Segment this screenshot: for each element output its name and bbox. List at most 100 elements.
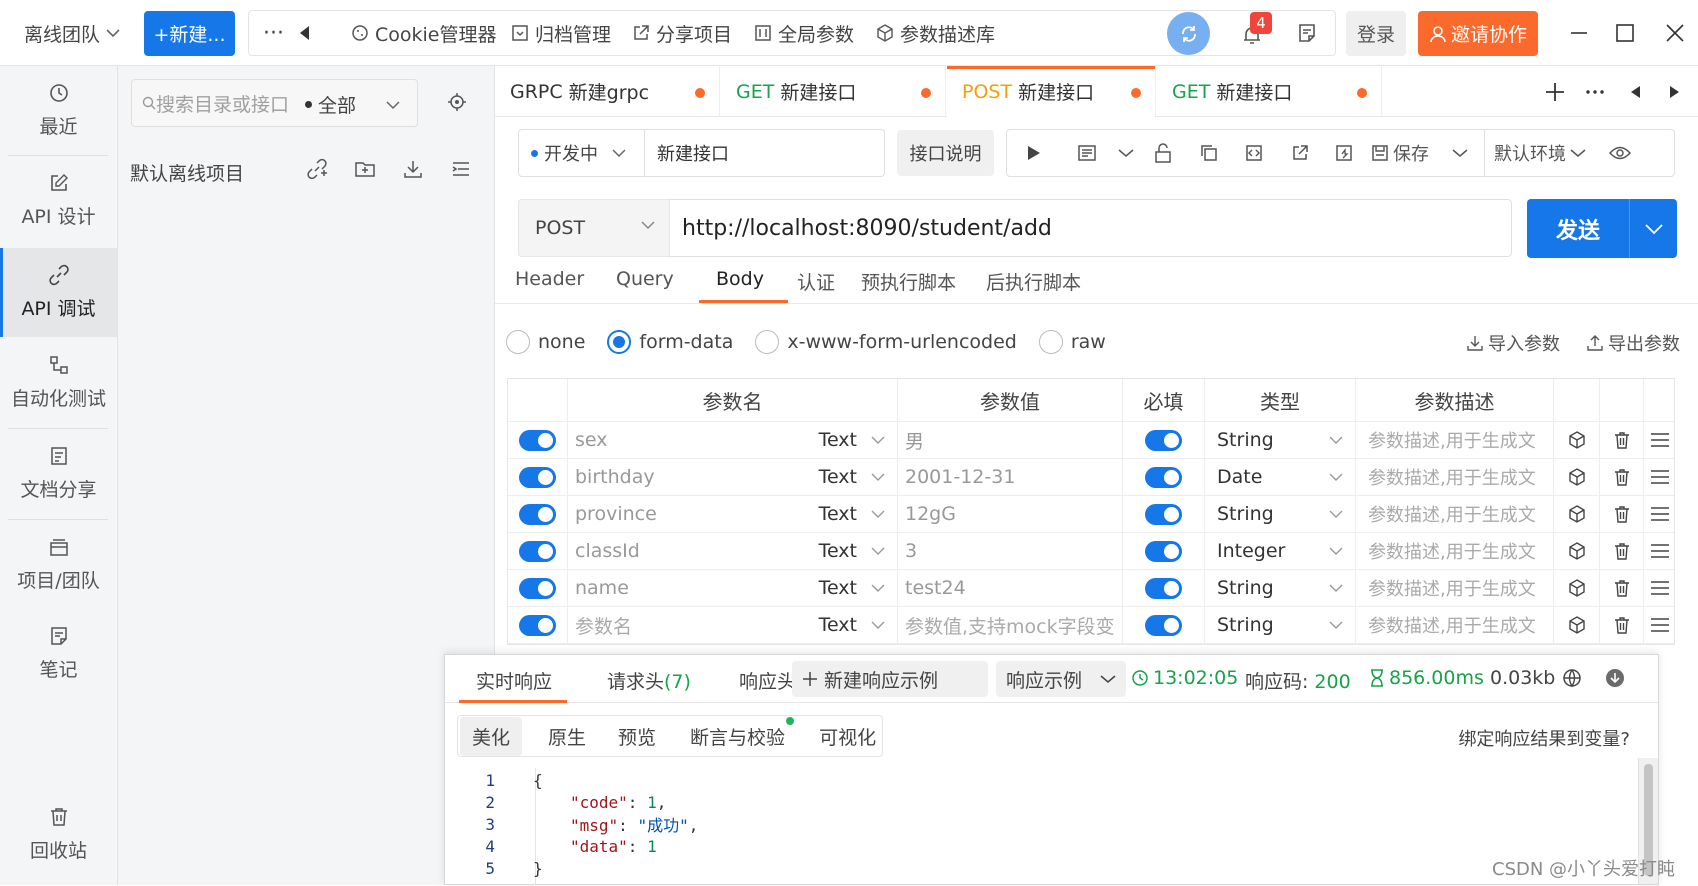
import-params-button[interactable]: 导入参数 <box>1466 330 1560 356</box>
environment-select[interactable]: 默认环境 <box>1485 130 1595 176</box>
sync-button[interactable] <box>1167 12 1210 55</box>
param-name-input[interactable]: birthday <box>575 466 819 488</box>
param-desc-input[interactable]: 参数描述,用于生成文 <box>1368 501 1536 527</box>
save-menu-chevron[interactable] <box>1435 130 1485 176</box>
project-name[interactable]: 默认离线项目 <box>130 159 244 186</box>
export-params-button[interactable]: 导出参数 <box>1586 330 1680 356</box>
send-options-chevron[interactable] <box>1630 223 1677 235</box>
nav-auto-test[interactable]: 自动化测试 <box>0 338 117 427</box>
param-value-input[interactable]: 参数值,支持mock字段变 <box>905 612 1115 639</box>
param-value-input[interactable]: 12gG <box>905 503 956 525</box>
view-pretty[interactable]: 美化 <box>460 716 523 756</box>
share-icon[interactable] <box>1277 130 1323 176</box>
chevron-down-icon[interactable] <box>1113 130 1139 176</box>
tab-next-icon[interactable] <box>1660 66 1690 117</box>
param-desc-input[interactable]: 参数描述,用于生成文 <box>1368 538 1536 564</box>
code-icon[interactable] <box>1231 130 1277 176</box>
radio-urlencoded[interactable] <box>755 330 780 354</box>
login-button[interactable]: 登录 <box>1346 11 1406 56</box>
search-input[interactable]: 搜索目录或接口 全部 <box>131 79 418 127</box>
locate-button[interactable] <box>445 90 469 114</box>
response-example-select[interactable]: 响应示例 <box>996 661 1126 697</box>
nav-project-team[interactable]: 项目/团队 <box>0 520 117 609</box>
more-icon[interactable]: ··· <box>263 21 284 46</box>
param-value-input[interactable]: 2001-12-31 <box>905 466 1015 488</box>
field-type-select[interactable]: Text <box>819 540 897 562</box>
field-type-select[interactable]: Text <box>819 614 897 636</box>
status-select[interactable]: 开发中 <box>519 130 645 176</box>
enable-toggle[interactable] <box>519 429 556 451</box>
view-raw[interactable]: 原生 <box>548 723 586 750</box>
list-menu-icon[interactable] <box>448 156 474 182</box>
api-name-input[interactable]: 新建接口 <box>645 140 729 166</box>
url-input[interactable]: http://localhost:8090/student/add <box>670 199 1512 257</box>
doc-view-icon[interactable] <box>1061 130 1113 176</box>
required-toggle[interactable] <box>1145 466 1182 488</box>
view-visualize[interactable]: 可视化 <box>819 723 876 750</box>
unlock-icon[interactable] <box>1139 130 1187 176</box>
param-name-input[interactable]: sex <box>575 429 819 451</box>
download-icon[interactable] <box>1605 668 1625 693</box>
tab-post-script[interactable]: 后执行脚本 <box>986 268 1081 295</box>
param-type-select[interactable]: String <box>1205 422 1356 458</box>
param-value-input[interactable]: 3 <box>905 540 917 562</box>
required-toggle[interactable] <box>1145 577 1182 599</box>
trash-icon[interactable] <box>1600 607 1644 643</box>
field-type-select[interactable]: Text <box>819 503 897 525</box>
view-preview[interactable]: 预览 <box>618 723 656 750</box>
import-icon[interactable] <box>400 156 426 182</box>
drag-handle-icon[interactable] <box>1644 570 1676 606</box>
nav-api-debug[interactable]: API 调试 <box>0 248 117 337</box>
required-toggle[interactable] <box>1145 429 1182 451</box>
new-button[interactable]: +新建... <box>144 11 235 56</box>
trash-icon[interactable] <box>1600 533 1644 569</box>
bind-to-variable-link[interactable]: 绑定响应结果到变量? <box>1458 725 1630 751</box>
copy-icon[interactable] <box>1187 130 1231 176</box>
cube-icon[interactable] <box>1554 570 1600 606</box>
cube-icon[interactable] <box>1554 607 1600 643</box>
export-icon[interactable] <box>1323 130 1365 176</box>
tab-get-1[interactable]: GET 新建接口 <box>721 66 946 117</box>
archive-button[interactable]: 归档管理 <box>511 20 611 47</box>
trash-icon[interactable] <box>1600 496 1644 532</box>
field-type-select[interactable]: Text <box>819 466 897 488</box>
add-tab-button[interactable] <box>1540 66 1570 117</box>
run-icon[interactable] <box>1007 130 1061 176</box>
param-desc-input[interactable]: 参数描述,用于生成文 <box>1368 575 1536 601</box>
trash-icon[interactable] <box>1600 570 1644 606</box>
tab-live-response[interactable]: 实时响应 <box>476 667 552 694</box>
collapse-left-icon[interactable] <box>297 25 313 41</box>
param-type-select[interactable]: Date <box>1205 459 1356 495</box>
param-name-input[interactable]: 参数名 <box>575 612 819 639</box>
add-api-icon[interactable] <box>304 156 330 182</box>
required-toggle[interactable] <box>1145 614 1182 636</box>
view-assertions[interactable]: 断言与校验 <box>690 716 795 750</box>
tab-pre-script[interactable]: 预执行脚本 <box>861 268 956 295</box>
tab-more-icon[interactable] <box>1580 66 1610 117</box>
close-button[interactable] <box>1655 12 1695 54</box>
param-desc-input[interactable]: 参数描述,用于生成文 <box>1368 612 1536 638</box>
tab-auth[interactable]: 认证 <box>797 268 835 295</box>
enable-toggle[interactable] <box>519 614 556 636</box>
cube-icon[interactable] <box>1554 496 1600 532</box>
nav-doc-share[interactable]: 文档分享 <box>0 429 117 518</box>
enable-toggle[interactable] <box>519 503 556 525</box>
param-desc-input[interactable]: 参数描述,用于生成文 <box>1368 427 1536 453</box>
field-type-select[interactable]: Text <box>819 577 897 599</box>
invite-button[interactable]: 邀请协作 <box>1418 11 1538 56</box>
eye-icon[interactable] <box>1595 130 1645 176</box>
tab-query[interactable]: Query <box>616 268 674 290</box>
cube-icon[interactable] <box>1554 459 1600 495</box>
required-toggle[interactable] <box>1145 540 1182 562</box>
drag-handle-icon[interactable] <box>1644 607 1676 643</box>
param-type-select[interactable]: String <box>1205 496 1356 532</box>
param-type-select[interactable]: String <box>1205 570 1356 606</box>
param-desc-input[interactable]: 参数描述,用于生成文 <box>1368 464 1536 490</box>
tab-prev-icon[interactable] <box>1620 66 1650 117</box>
radio-none[interactable] <box>506 330 530 354</box>
param-type-select[interactable]: Integer <box>1205 533 1356 569</box>
cube-icon[interactable] <box>1554 422 1600 458</box>
drag-handle-icon[interactable] <box>1644 496 1676 532</box>
param-name-input[interactable]: province <box>575 503 819 525</box>
tab-get-2[interactable]: GET 新建接口 <box>1157 66 1382 117</box>
